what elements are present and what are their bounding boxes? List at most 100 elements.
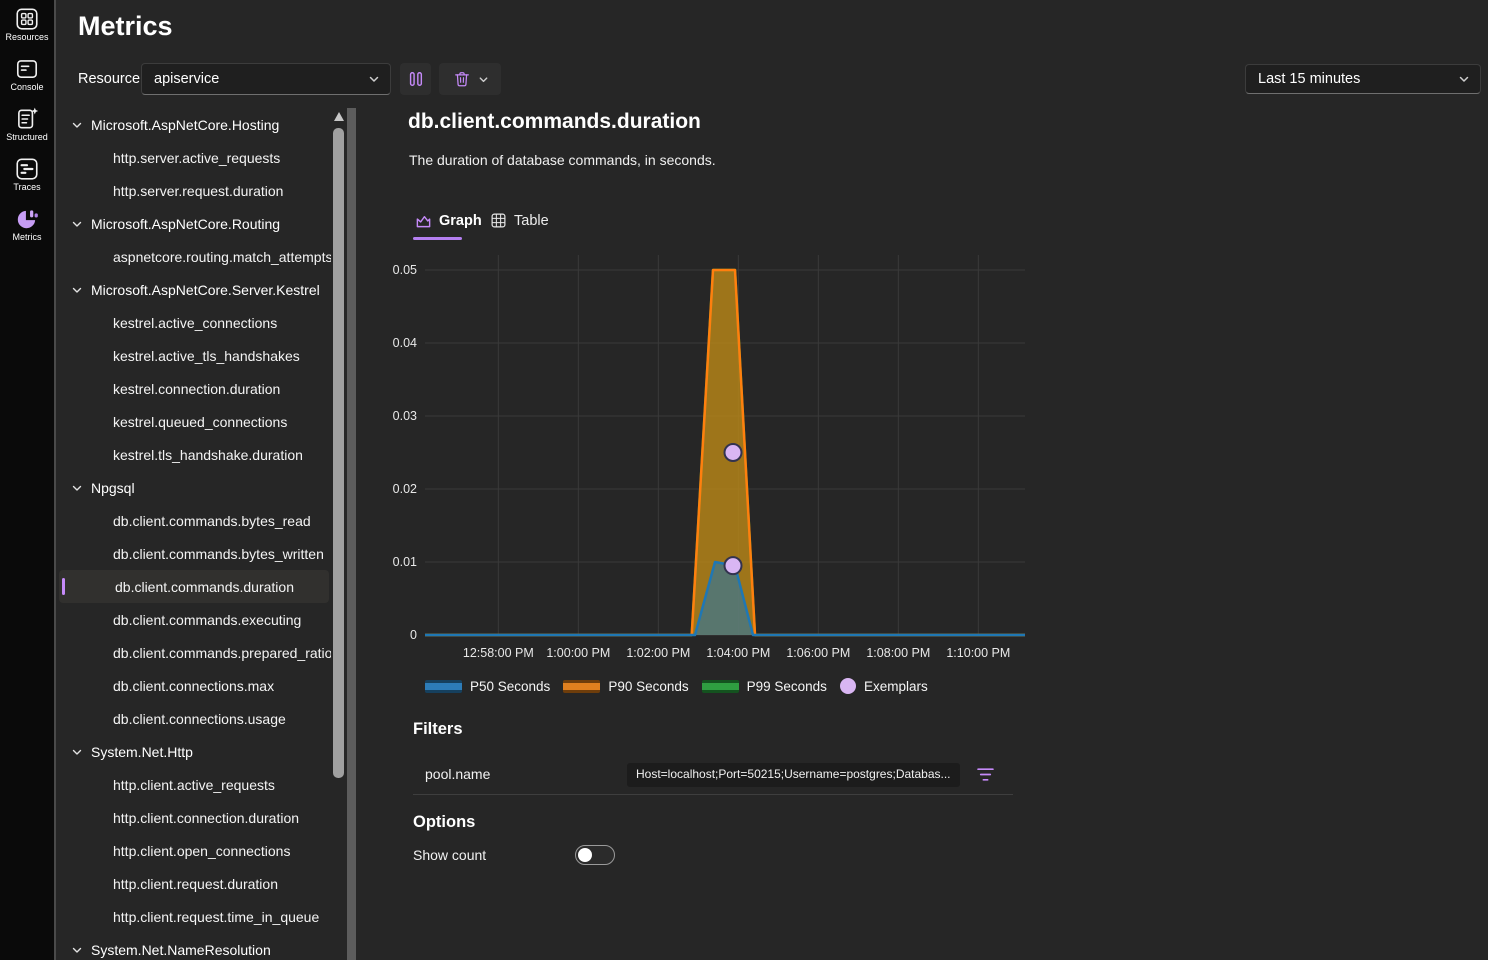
panel-splitter[interactable]: [347, 108, 356, 960]
legend-label: P90 Seconds: [608, 679, 688, 694]
tab-graph[interactable]: Graph: [415, 212, 482, 229]
chevron-down-icon: [71, 746, 83, 758]
tree-item[interactable]: http.server.active_requests: [57, 141, 331, 174]
tree-item[interactable]: http.client.connection.duration: [57, 801, 331, 834]
chevron-down-icon: [71, 482, 83, 494]
tree-item-label: Microsoft.AspNetCore.Routing: [91, 216, 280, 232]
y-tick-label: 0.01: [393, 555, 417, 569]
show-count-label: Show count: [413, 847, 486, 863]
tree-item-label: kestrel.active_connections: [113, 315, 277, 331]
tree-item-label: db.client.commands.bytes_written: [113, 546, 324, 562]
tree-item[interactable]: db.client.connections.usage: [57, 702, 331, 735]
tree-item-label: http.client.request.time_in_queue: [113, 909, 319, 925]
toggle-knob: [578, 848, 592, 862]
tree-item[interactable]: kestrel.active_tls_handshakes: [57, 339, 331, 372]
legend-item[interactable]: Exemplars: [840, 678, 928, 694]
tree-item[interactable]: http.server.request.duration: [57, 174, 331, 207]
time-range-select[interactable]: Last 15 minutes: [1245, 64, 1481, 94]
nav-label: Structured: [0, 132, 54, 142]
tree-item[interactable]: db.client.connections.max: [57, 669, 331, 702]
tree-item-label: kestrel.active_tls_handshakes: [113, 348, 300, 364]
tab-table-label: Table: [514, 213, 549, 229]
chart-legend: P50 Seconds P90 Seconds P99 Seconds Exempla…: [425, 678, 928, 694]
page-title: Metrics: [78, 11, 173, 42]
x-tick-label: 1:10:00 PM: [946, 646, 1010, 660]
exemplar-point[interactable]: [725, 444, 742, 461]
nav-label: Resources: [0, 32, 54, 42]
clear-metrics-button[interactable]: [439, 63, 501, 95]
chevron-down-icon: [368, 73, 380, 85]
tree-scrollbar[interactable]: [333, 128, 344, 778]
legend-item[interactable]: P90 Seconds: [563, 679, 688, 694]
tree-item-label: System.Net.Http: [91, 744, 193, 760]
selected-indicator: [62, 578, 65, 595]
nav-item-console[interactable]: Console: [0, 56, 54, 106]
chevron-down-icon: [71, 944, 83, 956]
metric-title: db.client.commands.duration: [408, 110, 701, 134]
tree-item[interactable]: db.client.commands.bytes_read: [57, 504, 331, 537]
tree-item[interactable]: kestrel.tls_handshake.duration: [57, 438, 331, 471]
tree-item-label: http.server.request.duration: [113, 183, 283, 199]
tree-group[interactable]: System.Net.NameResolution: [57, 933, 331, 960]
chevron-down-icon: [71, 218, 83, 230]
tree-item[interactable]: http.client.request.time_in_queue: [57, 900, 331, 933]
x-tick-label: 1:08:00 PM: [866, 646, 930, 660]
x-tick-label: 12:58:00 PM: [463, 646, 534, 660]
x-tick-label: 1:04:00 PM: [706, 646, 770, 660]
tree-item-label: kestrel.tls_handshake.duration: [113, 447, 303, 463]
tab-table[interactable]: Table: [490, 212, 549, 229]
nav-label: Metrics: [0, 232, 54, 242]
chevron-down-icon: [478, 74, 489, 85]
metric-chart[interactable]: 00.010.020.030.040.0512:58:00 PM1:00:00 …: [380, 250, 1040, 665]
legend-label: P99 Seconds: [747, 679, 827, 694]
exemplar-point[interactable]: [725, 557, 742, 574]
nav-item-structured[interactable]: Structured: [0, 106, 54, 156]
tree-item[interactable]: kestrel.connection.duration: [57, 372, 331, 405]
tree-item[interactable]: db.client.commands.bytes_written: [57, 537, 331, 570]
tree-item[interactable]: db.client.commands.executing: [57, 603, 331, 636]
pause-icon: [406, 69, 426, 89]
nav-item-traces[interactable]: Traces: [0, 156, 54, 206]
console-icon: [14, 56, 40, 82]
tree-item[interactable]: http.client.active_requests: [57, 768, 331, 801]
tree-item[interactable]: db.client.commands.duration: [59, 570, 329, 603]
tree-group[interactable]: Npgsql: [57, 471, 331, 504]
resources-grid-icon: [14, 6, 40, 32]
tree-item-label: db.client.commands.executing: [113, 612, 301, 628]
options-heading: Options: [413, 813, 475, 832]
tree-item-label: db.client.commands.duration: [115, 579, 294, 595]
tree-group[interactable]: Microsoft.AspNetCore.Routing: [57, 207, 331, 240]
time-range-value: Last 15 minutes: [1258, 71, 1360, 87]
tree-item[interactable]: http.client.request.duration: [57, 867, 331, 900]
tree-item[interactable]: kestrel.active_connections: [57, 306, 331, 339]
tree-item[interactable]: aspnetcore.routing.match_attempts: [57, 240, 331, 273]
metrics-pie-icon: [14, 206, 40, 232]
legend-item[interactable]: P50 Seconds: [425, 679, 550, 694]
resource-select-value: apiservice: [154, 71, 219, 87]
tree-item-label: db.client.connections.usage: [113, 711, 286, 727]
tree-group[interactable]: Microsoft.AspNetCore.Server.Kestrel: [57, 273, 331, 306]
filter-icon[interactable]: [977, 767, 994, 782]
tree-item-label: System.Net.NameResolution: [91, 942, 271, 958]
trash-icon: [452, 69, 472, 89]
tree-item[interactable]: db.client.commands.prepared_ratio: [57, 636, 331, 669]
show-count-toggle[interactable]: [575, 845, 615, 865]
tree-item-label: kestrel.queued_connections: [113, 414, 287, 430]
tree-group[interactable]: Microsoft.AspNetCore.Hosting: [57, 108, 331, 141]
tree-item[interactable]: http.client.open_connections: [57, 834, 331, 867]
scrollbar-up-arrow[interactable]: [334, 112, 344, 121]
filters-heading: Filters: [413, 720, 463, 739]
legend-item[interactable]: P99 Seconds: [702, 679, 827, 694]
series-area-p50: [425, 562, 1025, 635]
tree-item-label: aspnetcore.routing.match_attempts: [113, 249, 331, 265]
legend-swatch: [425, 680, 462, 693]
metrics-page: Resources Console Structured: [0, 0, 1488, 960]
nav-item-resources[interactable]: Resources: [0, 6, 54, 56]
nav-item-metrics[interactable]: Metrics: [0, 206, 54, 256]
tree-item[interactable]: kestrel.queued_connections: [57, 405, 331, 438]
tree-group[interactable]: System.Net.Http: [57, 735, 331, 768]
resource-select[interactable]: apiservice: [141, 63, 391, 95]
legend-label: Exemplars: [864, 679, 928, 694]
pause-button[interactable]: [400, 63, 431, 95]
filter-value-chip[interactable]: Host=localhost;Port=50215;Username=postg…: [627, 763, 960, 787]
